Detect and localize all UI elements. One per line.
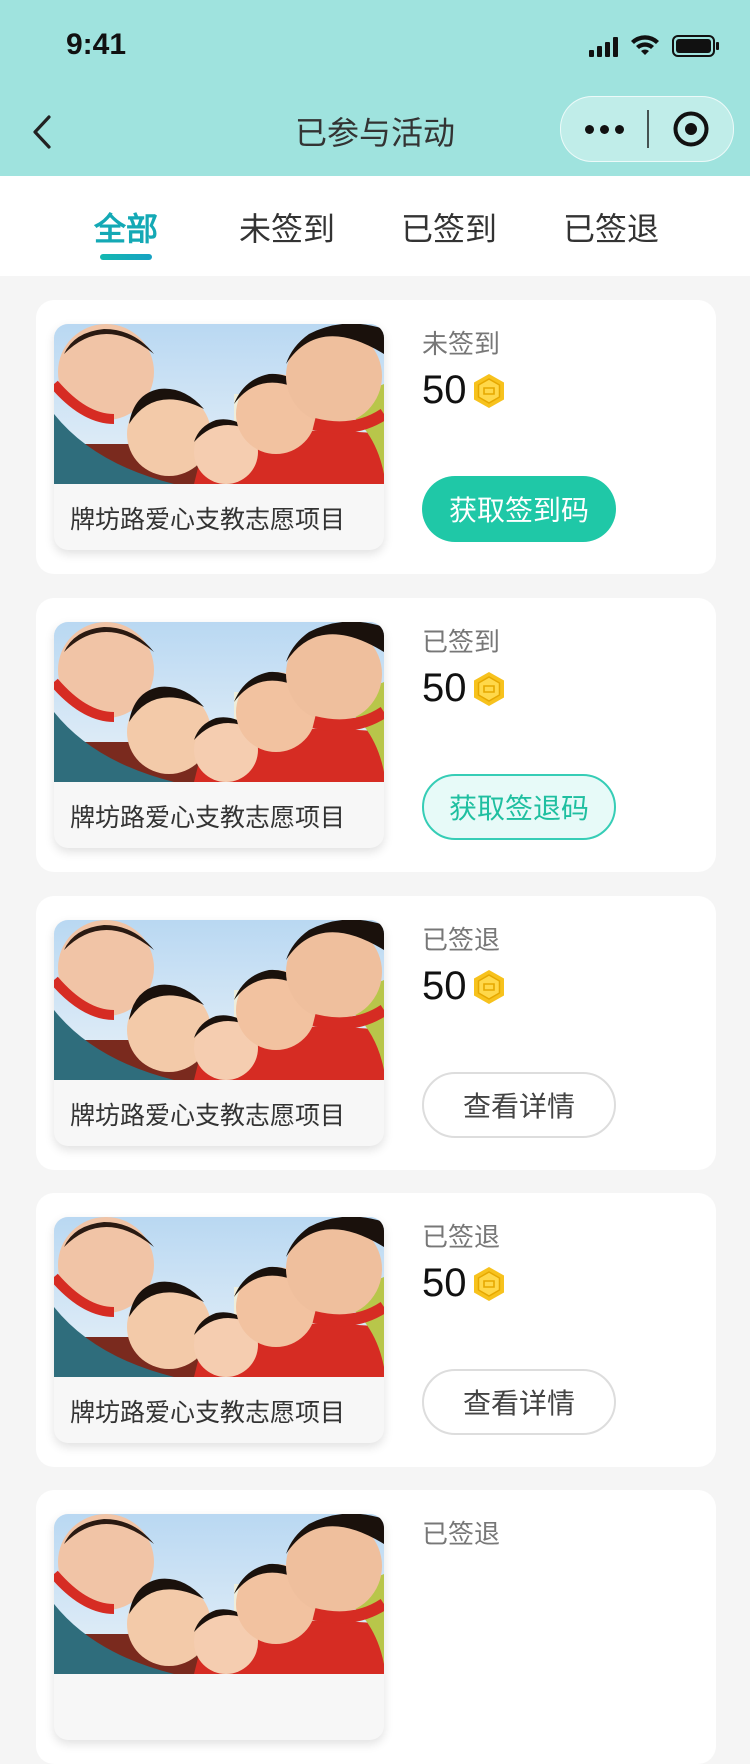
cellular-signal-icon [589,35,618,57]
points-value: 50 [422,964,467,1008]
activity-photo [54,324,384,484]
battery-icon [672,34,720,58]
points-display: 50 [422,368,507,413]
activity-status: 已签到 [422,628,501,658]
more-dot [614,124,624,134]
tab-bar: 全部 未签到 已签到 已签退 [0,176,750,276]
activity-thumbnail[interactable]: 牌坊路爱心支教志愿项目 [54,1217,384,1443]
more-dot [599,124,609,134]
activity-card[interactable]: 牌坊路爱心支教志愿项目 已签退 50 查看详情 [36,896,716,1170]
coin-icon [472,968,505,1005]
points-display: 50 [422,666,507,711]
view-details-button[interactable]: 查看详情 [422,1369,616,1435]
more-dots-icon [584,124,594,134]
activity-card[interactable]: 牌坊路爱心支教志愿项目 已签退 50 查看详情 [36,1193,716,1467]
activity-title: 牌坊路爱心支教志愿项目 [70,1101,346,1130]
coin-icon [472,670,505,707]
coin-icon [472,372,505,409]
activity-status: 未签到 [422,330,501,360]
wifi-icon [630,35,660,57]
activity-thumbnail[interactable]: 牌坊路爱心支教志愿项目 [54,622,384,848]
tab-all[interactable]: 全部 [61,204,191,250]
activity-status: 已签退 [422,1223,501,1253]
activity-thumbnail[interactable]: 牌坊路爱心支教志愿项目 [54,324,384,550]
activity-title: 牌坊路爱心支教志愿项目 [70,1398,346,1427]
view-details-button[interactable]: 查看详情 [422,1072,616,1138]
activity-thumbnail[interactable] [54,1514,384,1740]
activity-status: 已签退 [422,1520,501,1550]
activity-photo [54,1217,384,1377]
activity-title: 牌坊路爱心支教志愿项目 [70,803,346,832]
points-display: 50 [422,964,507,1009]
target-icon [673,111,709,147]
capsule-divider [647,110,649,148]
activity-photo [54,920,384,1080]
activity-card[interactable]: 牌坊路爱心支教志愿项目 已签到 50 获取签退码 [36,598,716,872]
activity-card[interactable]: 牌坊路爱心支教志愿项目 未签到 50 获取签到码 [36,300,716,574]
activity-thumbnail[interactable]: 牌坊路爱心支教志愿项目 [54,920,384,1146]
activity-status: 已签退 [422,926,501,956]
active-tab-indicator [100,254,152,260]
points-value: 50 [422,666,467,710]
mini-program-capsule [560,96,734,162]
more-button[interactable] [561,97,647,161]
get-sign-out-code-button[interactable]: 获取签退码 [422,774,616,840]
coin-icon [472,1265,505,1302]
get-sign-in-code-button[interactable]: 获取签到码 [422,476,616,542]
status-time: 9:41 [66,28,127,61]
points-value: 50 [422,1261,467,1305]
close-miniprogram-button[interactable] [649,97,733,161]
points-display: 50 [422,1261,507,1306]
tab-signed-out[interactable]: 已签退 [546,204,676,250]
activity-title: 牌坊路爱心支教志愿项目 [70,505,346,534]
activity-card[interactable]: 已签退 [36,1490,716,1764]
points-value: 50 [422,368,467,412]
tab-signed-in[interactable]: 已签到 [384,204,514,250]
tab-not-signed-in[interactable]: 未签到 [222,204,352,250]
activity-photo [54,1514,384,1674]
activity-photo [54,622,384,782]
header-bar: 9:41 已参与活动 [0,0,750,176]
status-icons [589,34,720,58]
